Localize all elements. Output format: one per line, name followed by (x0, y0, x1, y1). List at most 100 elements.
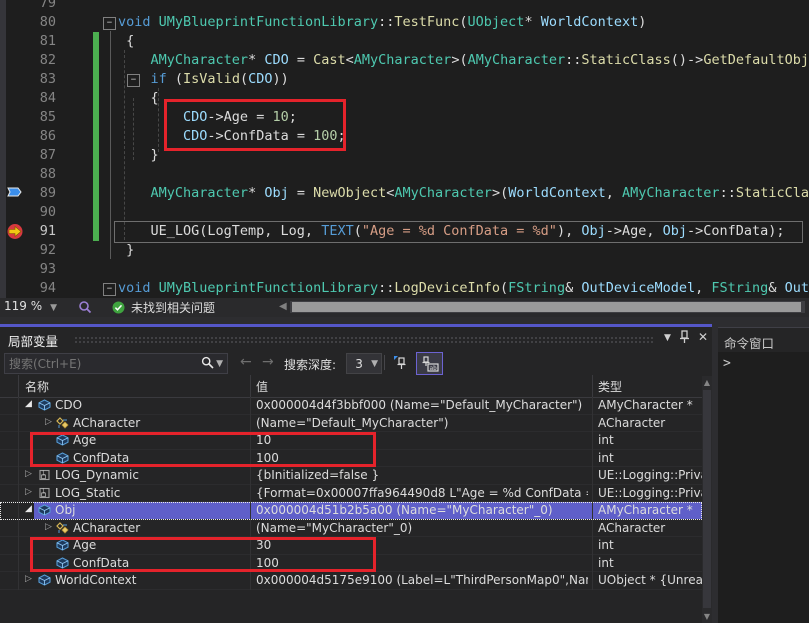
code-line[interactable]: } (118, 241, 134, 260)
chevron-down-icon[interactable]: ▼ (216, 359, 223, 369)
code-token: :: (378, 14, 394, 30)
code-line[interactable]: { (118, 32, 134, 51)
variable-value[interactable]: 0x000004d51b2b5a00 (Name="MyCharacter"_0… (256, 503, 588, 519)
code-token: :: (378, 280, 394, 296)
column-resize-handle[interactable] (250, 375, 251, 397)
pin-ab-icon: ab (421, 356, 439, 372)
window-position-icon[interactable]: ▼ (664, 330, 671, 347)
code-annotation-red-box (164, 99, 346, 151)
command-window-body[interactable]: > (718, 352, 809, 623)
code-line[interactable]: void UMyBlueprintFunctionLibrary::LogDev… (118, 279, 809, 298)
code-line[interactable]: AMyCharacter* CDO = Cast<AMyCharacter>(A… (118, 51, 809, 70)
variable-name: LOG_Dynamic (55, 468, 139, 482)
code-token: GetDefaultObject (703, 52, 809, 68)
fold-collapse-icon[interactable]: − (103, 283, 116, 296)
navigate-forward-icon[interactable]: → (262, 354, 274, 370)
code-token: ) (638, 14, 646, 30)
locals-title-bar[interactable]: 局部变量 ▼ ✕ (0, 327, 712, 351)
variable-value[interactable]: (Name="MyCharacter"_0) (256, 521, 588, 537)
pin-icon[interactable] (679, 330, 690, 347)
expand-expander-icon[interactable]: ▷ (25, 487, 32, 497)
horizontal-scrollbar[interactable] (290, 301, 805, 313)
variable-value[interactable]: {bInitialized=false } (256, 468, 588, 484)
navigate-back-icon[interactable]: ← (240, 354, 252, 370)
code-token: FString (508, 280, 565, 296)
pin-to-source-button[interactable] (388, 352, 413, 373)
show-format-specifiers-button[interactable]: ab (416, 352, 443, 375)
code-token: WorldContext (508, 185, 606, 201)
grid-line (250, 467, 251, 485)
code-token: ()-> (671, 52, 704, 68)
grid-line (18, 520, 19, 538)
scrollbar-thumb[interactable] (703, 390, 711, 608)
code-health-indicator[interactable]: 未找到相关问题 (112, 299, 215, 316)
variable-type: int (598, 433, 702, 449)
vertical-scrollbar[interactable]: ▲ ▼ (702, 376, 712, 623)
collapse-expander-icon[interactable]: ◢ (25, 504, 32, 514)
variable-row[interactable]: ▷WorldContext0x000004d5175e9100 (Label=L… (0, 572, 702, 590)
grid-line (592, 467, 593, 485)
code-line[interactable]: if (IsValid(CDO)) (118, 70, 289, 89)
column-header-name[interactable]: 名称 (25, 378, 49, 395)
title-drag-texture (74, 336, 654, 343)
code-token: IsValid (183, 71, 240, 87)
search-icon[interactable] (201, 354, 214, 373)
variable-row[interactable]: ◢Obj0x000004d51b2b5a00 (Name="MyCharacte… (0, 502, 702, 520)
code-token: } (118, 147, 159, 163)
expand-expander-icon[interactable]: ▷ (25, 574, 32, 584)
code-line[interactable]: } (118, 146, 159, 165)
scroll-up-arrow[interactable]: ▲ (702, 378, 712, 387)
code-health-icon[interactable] (78, 300, 92, 317)
fold-collapse-icon[interactable]: − (127, 74, 140, 87)
variable-name: CDO (55, 398, 82, 412)
collapse-expander-icon[interactable]: ◢ (25, 399, 32, 409)
fold-collapse-icon[interactable]: − (103, 17, 116, 30)
expand-expander-icon[interactable]: ▷ (45, 417, 52, 427)
search-depth-dropdown[interactable]: 3 ▼ (346, 353, 382, 374)
close-icon[interactable]: ✕ (698, 330, 708, 347)
check-circle-icon (112, 301, 125, 314)
svg-text:ab: ab (429, 365, 437, 372)
code-line[interactable]: AMyCharacter* Obj = NewObject<AMyCharact… (118, 184, 809, 203)
scroll-left-arrow[interactable]: ◀ (279, 301, 287, 313)
variable-value[interactable]: 0x000004d5175e9100 (Label=L"ThirdPersonM… (256, 573, 588, 589)
scrollbar-thumb[interactable] (292, 302, 801, 312)
zoom-level-dropdown[interactable]: 119 %▼ (4, 299, 70, 316)
code-token: AMyCharacter (394, 185, 492, 201)
code-token: ( (500, 280, 508, 296)
variable-value[interactable]: {Format=0x00007ffa964490d8 L"Age = %d Co… (256, 486, 588, 502)
code-line[interactable]: void UMyBlueprintFunctionLibrary::TestFu… (118, 13, 646, 32)
column-resize-handle[interactable] (592, 375, 593, 397)
column-header-value[interactable]: 值 (256, 378, 268, 395)
column-header-type[interactable]: 类型 (598, 378, 622, 395)
variable-row[interactable]: ▷ACharacter(Name="Default_MyCharacter")A… (0, 415, 702, 433)
code-token: )) (272, 71, 288, 87)
variable-row[interactable]: ◢ CDO 0x000004d4f3bbf000 (Name="Default_My… (0, 397, 702, 415)
variable-row[interactable]: ▷1LOG_Dynamic{bInitialized=false }UE::Lo… (0, 467, 702, 485)
variable-value[interactable]: (Name="Default_MyCharacter") (256, 416, 588, 432)
code-token: AMyCharacter (468, 52, 566, 68)
health-message: 未找到相关问题 (131, 299, 215, 316)
variable-type: ACharacter (598, 521, 702, 537)
expand-expander-icon[interactable]: ▷ (45, 522, 52, 532)
visual-studio-debug-window: 79808182838485868788899091929394 void UM… (0, 0, 809, 623)
variable-row[interactable]: ▷1LOG_Static {Format=0x00007ffa964490d8 L… (0, 485, 702, 503)
code-editor[interactable]: 79808182838485868788899091929394 void UM… (0, 0, 809, 298)
variable-value[interactable]: 0x000004d4f3bbf000 (Name="Default_MyChar… (256, 398, 588, 414)
locals-toolbar: ▼ ← → 搜索深度: 3 ▼ (0, 351, 712, 375)
code-token: OutDeviceModel (581, 280, 695, 296)
code-token: >( (451, 52, 467, 68)
variable-row[interactable]: ▷ACharacter(Name="MyCharacter"_0)ACharac… (0, 520, 702, 538)
code-token: Cast (313, 52, 346, 68)
grid-line (18, 397, 19, 415)
variable-name-cell: ▷1LOG_Static (18, 485, 250, 502)
scroll-down-arrow[interactable]: ▼ (702, 612, 712, 621)
variable-name: ACharacter (73, 416, 140, 430)
search-box[interactable]: ▼ (4, 353, 228, 374)
grid-line (592, 572, 593, 590)
code-line[interactable]: { (118, 89, 159, 108)
zoom-level-value: 119 % (4, 299, 42, 313)
code-token: NewObject (313, 185, 386, 201)
search-input[interactable] (5, 357, 201, 371)
expand-expander-icon[interactable]: ▷ (25, 469, 32, 479)
